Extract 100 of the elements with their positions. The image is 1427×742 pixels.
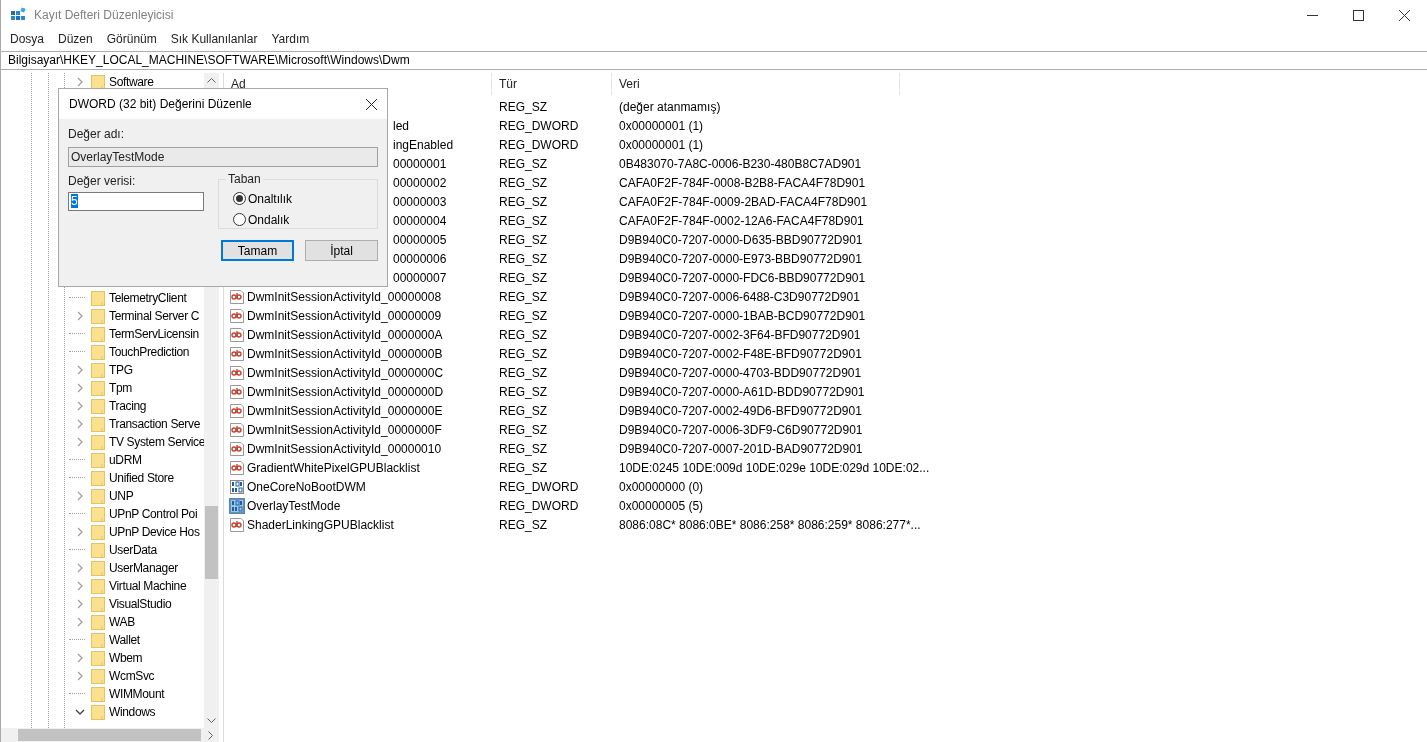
tree-item[interactable]: UserManager (109, 561, 178, 575)
tree-item[interactable]: Tracing (109, 399, 147, 413)
value-data: D9B940C0-7207-0000-1BAB-BCD90772D901 (618, 308, 866, 323)
value-type: REG_DWORD (498, 498, 580, 513)
chevron-right-icon[interactable] (75, 77, 85, 87)
chevron-right-icon[interactable] (75, 419, 85, 429)
tree-item[interactable]: TouchPrediction (109, 345, 190, 359)
chevron-right-icon[interactable] (75, 365, 85, 375)
tree-item[interactable]: Virtual Machine (109, 579, 187, 593)
scroll-right-icon[interactable] (208, 731, 213, 740)
value-name[interactable]: ingEnabled (393, 137, 454, 152)
minimize-icon[interactable] (1306, 14, 1318, 16)
chevron-right-icon[interactable] (75, 437, 85, 447)
tree-item[interactable]: Windows (109, 705, 156, 719)
field-label: Değer verisi: (68, 174, 137, 190)
value-name[interactable]: 00000007 (393, 270, 447, 285)
chevron-right-icon[interactable] (75, 617, 85, 627)
value-name[interactable]: 00000001 (393, 156, 447, 171)
folder-icon (91, 578, 105, 594)
tree-item[interactable]: UPnP Control Poi (109, 507, 198, 521)
chevron-right-icon[interactable] (75, 401, 85, 411)
value-name[interactable]: 00000004 (393, 213, 447, 228)
chevron-right-icon[interactable] (75, 527, 85, 537)
value-name-field[interactable]: OverlayTestMode (68, 147, 378, 167)
scroll-down-icon[interactable] (207, 718, 216, 723)
value-name[interactable]: DwmInitSessionActivityId_00000008 (247, 289, 442, 304)
value-name[interactable]: DwmInitSessionActivityId_0000000E (247, 403, 443, 418)
tree-item[interactable]: Tpm (109, 381, 132, 395)
address-bar[interactable]: Bilgisayar\HKEY_LOCAL_MACHINE\SOFTWARE\Microsoft\Windows\Dwm (1, 51, 1427, 70)
menu-item[interactable]: Görünüm (99, 31, 164, 47)
tree-item[interactable]: Software (109, 75, 154, 89)
tree-item[interactable]: UNP (109, 489, 134, 503)
chevron-right-icon[interactable] (75, 383, 85, 393)
value-name[interactable]: GradientWhitePixelGPUBlacklist (247, 460, 420, 475)
radio-button[interactable] (233, 192, 246, 205)
value-name[interactable]: OverlayTestMode (247, 498, 341, 513)
scroll-up-icon[interactable] (207, 78, 216, 83)
radio-button[interactable] (233, 213, 246, 226)
value-name[interactable]: ShaderLinkingGPUBlacklist (247, 517, 394, 532)
radio-label[interactable]: Ondalık (248, 212, 290, 227)
dialog-button[interactable]: İptal (305, 240, 378, 261)
value-data: 0B483070-7A8C-0006-B230-480B8C7AD901 (618, 156, 862, 171)
dialog-button[interactable]: Tamam (221, 240, 294, 261)
radio-label[interactable]: Onaltılık (248, 191, 292, 206)
close-icon[interactable] (366, 98, 377, 110)
value-type: REG_SZ (498, 175, 548, 190)
chevron-right-icon[interactable] (75, 581, 85, 591)
tree-item[interactable]: Transaction Serve (109, 417, 200, 431)
chevron-right-icon[interactable] (75, 671, 85, 681)
value-type: REG_SZ (498, 327, 548, 342)
menu-item[interactable]: Düzen (51, 31, 100, 47)
tree-item[interactable]: WIMMount (109, 687, 165, 701)
maximize-icon[interactable] (1352, 9, 1364, 21)
tree-item[interactable]: UserData (109, 543, 157, 557)
menu-item[interactable]: Sık Kullanılanlar (163, 31, 265, 47)
menu-item[interactable]: Yardım (264, 31, 317, 47)
folder-icon (91, 326, 105, 342)
tree-item[interactable]: uDRM (109, 453, 142, 467)
tree-item[interactable]: Terminal Server C (109, 309, 200, 323)
value-name[interactable]: DwmInitSessionActivityId_0000000C (247, 365, 444, 380)
value-name[interactable]: 00000003 (393, 194, 447, 209)
column-header[interactable]: Veri (619, 77, 640, 91)
tree-item[interactable]: TelemetryClient (109, 291, 187, 305)
tree-item[interactable]: Unified Store (109, 471, 174, 485)
value-data-field[interactable]: 5 (68, 192, 204, 211)
tree-item[interactable]: TV System Service (109, 435, 204, 449)
column-header[interactable]: Tür (499, 77, 517, 91)
tree-item[interactable]: Wbem (109, 651, 143, 665)
dialog-title: DWORD (32 bit) Değerini Düzenle (69, 97, 252, 111)
value-name[interactable]: DwmInitSessionActivityId_0000000A (247, 327, 443, 342)
value-name[interactable]: 00000002 (393, 175, 447, 190)
value-type: REG_SZ (498, 156, 548, 171)
tree-item[interactable]: UPnP Device Hos (109, 525, 200, 539)
chevron-right-icon[interactable] (75, 599, 85, 609)
chevron-right-icon[interactable] (75, 311, 85, 321)
tree-item[interactable]: WAB (109, 615, 135, 629)
tree-item[interactable]: Wallet (109, 633, 140, 647)
tree-item[interactable]: TPG (109, 363, 133, 377)
value-name[interactable]: DwmInitSessionActivityId_0000000B (247, 346, 443, 361)
value-name[interactable]: DwmInitSessionActivityId_00000010 (247, 441, 442, 456)
scrollbar-thumb[interactable] (205, 506, 218, 579)
value-name[interactable]: led (393, 118, 409, 133)
folder-icon (91, 74, 105, 90)
value-name[interactable]: 00000006 (393, 251, 447, 266)
tree-item[interactable]: WcmSvc (109, 669, 155, 683)
column-header[interactable]: Ad (231, 77, 246, 91)
chevron-right-icon[interactable] (75, 491, 85, 501)
tree-item[interactable]: TermServLicensin (109, 327, 199, 341)
chevron-right-icon[interactable] (75, 653, 85, 663)
value-name[interactable]: OneCoreNoBootDWM (247, 479, 366, 494)
close-icon[interactable] (1398, 9, 1410, 21)
value-name[interactable]: DwmInitSessionActivityId_0000000D (247, 384, 444, 399)
value-name[interactable]: 00000005 (393, 232, 447, 247)
value-name[interactable]: DwmInitSessionActivityId_00000009 (247, 308, 442, 323)
chevron-right-icon[interactable] (75, 563, 85, 573)
scrollbar-thumb[interactable] (18, 729, 201, 741)
tree-item[interactable]: VisualStudio (109, 597, 172, 611)
chevron-down-icon[interactable] (75, 707, 85, 717)
menu-item[interactable]: Dosya (3, 31, 51, 47)
value-name[interactable]: DwmInitSessionActivityId_0000000F (247, 422, 442, 437)
